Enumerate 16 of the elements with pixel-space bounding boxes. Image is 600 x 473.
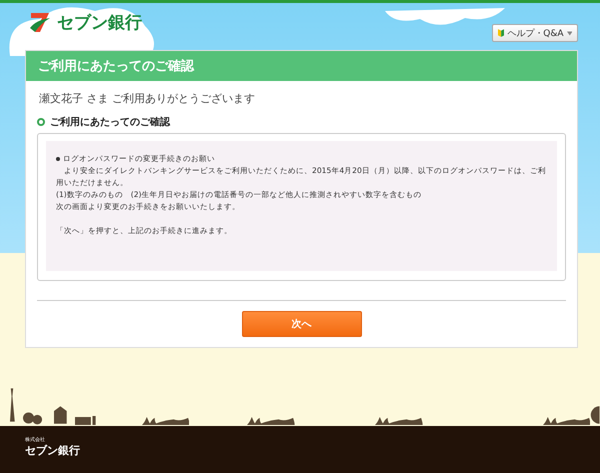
- greeting-text: 瀬文花子 さま ご利用ありがとうございます: [39, 91, 256, 106]
- seven-logo-icon: [28, 10, 52, 34]
- caret-icon: [566, 30, 572, 36]
- logo-text: セブン銀行: [57, 12, 142, 34]
- leaf-icon: [498, 28, 504, 38]
- section-title: ご利用にあたってのご確認: [50, 116, 170, 129]
- company-name: セブン銀行: [25, 443, 81, 458]
- bullet-icon: [56, 156, 60, 161]
- card-title: ご利用にあたってのご確認: [26, 51, 577, 81]
- shop-icon: [74, 416, 97, 426]
- grass-icon: [247, 416, 296, 426]
- grass-icon: [375, 416, 423, 426]
- ring-icon: [37, 118, 45, 126]
- grass-icon: [142, 416, 190, 426]
- help-menu[interactable]: ヘルプ・Q&A: [492, 24, 578, 42]
- house-icon: [54, 404, 67, 426]
